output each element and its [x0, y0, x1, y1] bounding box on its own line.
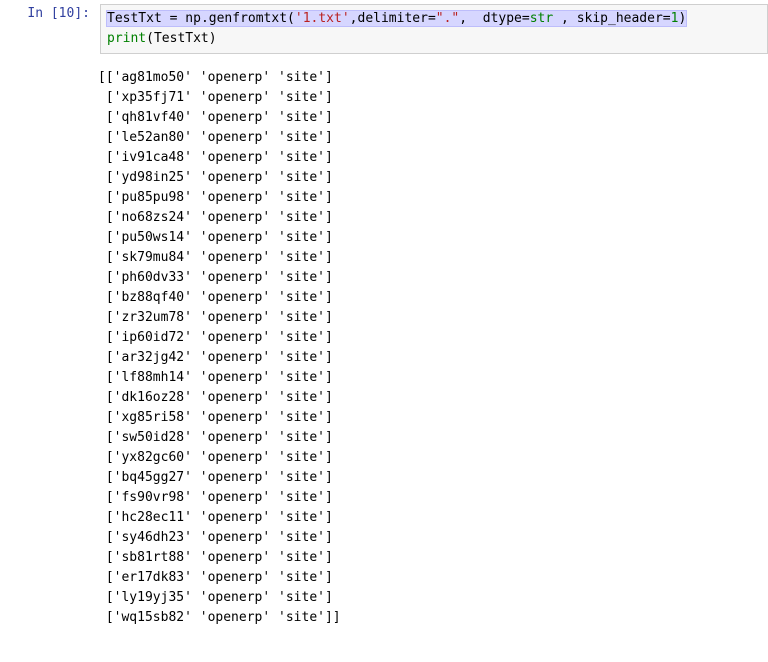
token-comma2: , [459, 11, 482, 26]
output-row: ['bz88qf40' 'openerp' 'site'] [98, 288, 760, 308]
code-line-1: TestTxt = np.genfromtxt('1.txt',delimite… [107, 9, 761, 29]
output-row: ['dk16oz28' 'openerp' 'site'] [98, 388, 760, 408]
token-eq2: = [428, 11, 436, 26]
output-row: ['ar32jg42' 'openerp' 'site'] [98, 348, 760, 368]
output-row: ['xp35fj71' 'openerp' 'site'] [98, 88, 760, 108]
token-skip-kw: skip_header [577, 11, 663, 26]
token-dot: . [201, 11, 209, 26]
token-paren: ( [287, 11, 295, 26]
output-area[interactable]: [['ag81mo50' 'openerp' 'site'] ['xp35fj7… [90, 62, 768, 634]
output-row: ['iv91ca48' 'openerp' 'site'] [98, 148, 760, 168]
token-eq3: = [522, 11, 530, 26]
token-comma3: , [561, 11, 569, 26]
token-dtype-kw: dtype [483, 11, 522, 26]
token-delim-kw: delimiter [358, 11, 428, 26]
code-line-2: print(TestTxt) [107, 29, 761, 49]
output-row: [['ag81mo50' 'openerp' 'site'] [98, 68, 760, 88]
token-eq4: = [663, 11, 671, 26]
output-row: ['lf88mh14' 'openerp' 'site'] [98, 368, 760, 388]
token-print: print [107, 31, 146, 46]
token-fn: genfromtxt [209, 11, 287, 26]
output-row: ['ly19yj35' 'openerp' 'site'] [98, 588, 760, 608]
token-file: '1.txt' [295, 11, 350, 26]
output-row: ['sy46dh23' 'openerp' 'site'] [98, 528, 760, 548]
token-np: np [185, 11, 201, 26]
token-var: TestTxt [107, 11, 162, 26]
token-eq: = [162, 11, 185, 26]
input-prompt: In [10]: [0, 4, 100, 24]
output-cell: [['ag81mo50' 'openerp' 'site'] ['xp35fj7… [0, 58, 768, 638]
token-paren2-close: ) [209, 31, 217, 46]
output-row: ['pu50ws14' 'openerp' 'site'] [98, 228, 760, 248]
output-row: ['fs90vr98' 'openerp' 'site'] [98, 488, 760, 508]
output-row: ['zr32um78' 'openerp' 'site'] [98, 308, 760, 328]
output-row: ['yx82gc60' 'openerp' 'site'] [98, 448, 760, 468]
token-arg: TestTxt [154, 31, 209, 46]
output-row: ['pu85pu98' 'openerp' 'site'] [98, 188, 760, 208]
output-row: ['le52an80' 'openerp' 'site'] [98, 128, 760, 148]
output-row: ['xg85ri58' 'openerp' 'site'] [98, 408, 760, 428]
token-str: str [530, 11, 553, 26]
output-row: ['yd98in25' 'openerp' 'site'] [98, 168, 760, 188]
token-comma: , [350, 11, 358, 26]
output-row: ['qh81vf40' 'openerp' 'site'] [98, 108, 760, 128]
output-row: ['hc28ec11' 'openerp' 'site'] [98, 508, 760, 528]
output-row: ['er17dk83' 'openerp' 'site'] [98, 568, 760, 588]
output-row: ['sk79mu84' 'openerp' 'site'] [98, 248, 760, 268]
input-cell: In [10]: TestTxt = np.genfromtxt('1.txt'… [0, 0, 768, 58]
output-row: ['sb81rt88' 'openerp' 'site'] [98, 548, 760, 568]
output-row: ['ph60dv33' 'openerp' 'site'] [98, 268, 760, 288]
token-paren-close: ) [678, 11, 686, 26]
output-row: ['bq45gg27' 'openerp' 'site'] [98, 468, 760, 488]
code-input[interactable]: TestTxt = np.genfromtxt('1.txt',delimite… [100, 4, 768, 54]
token-delim-str: "." [436, 11, 459, 26]
token-paren2: ( [146, 31, 154, 46]
output-row: ['no68zs24' 'openerp' 'site'] [98, 208, 760, 228]
token-sp2 [569, 11, 577, 26]
output-row: ['sw50id28' 'openerp' 'site'] [98, 428, 760, 448]
token-sp [553, 11, 561, 26]
output-row: ['wq15sb82' 'openerp' 'site']] [98, 608, 760, 628]
output-row: ['ip60id72' 'openerp' 'site'] [98, 328, 760, 348]
